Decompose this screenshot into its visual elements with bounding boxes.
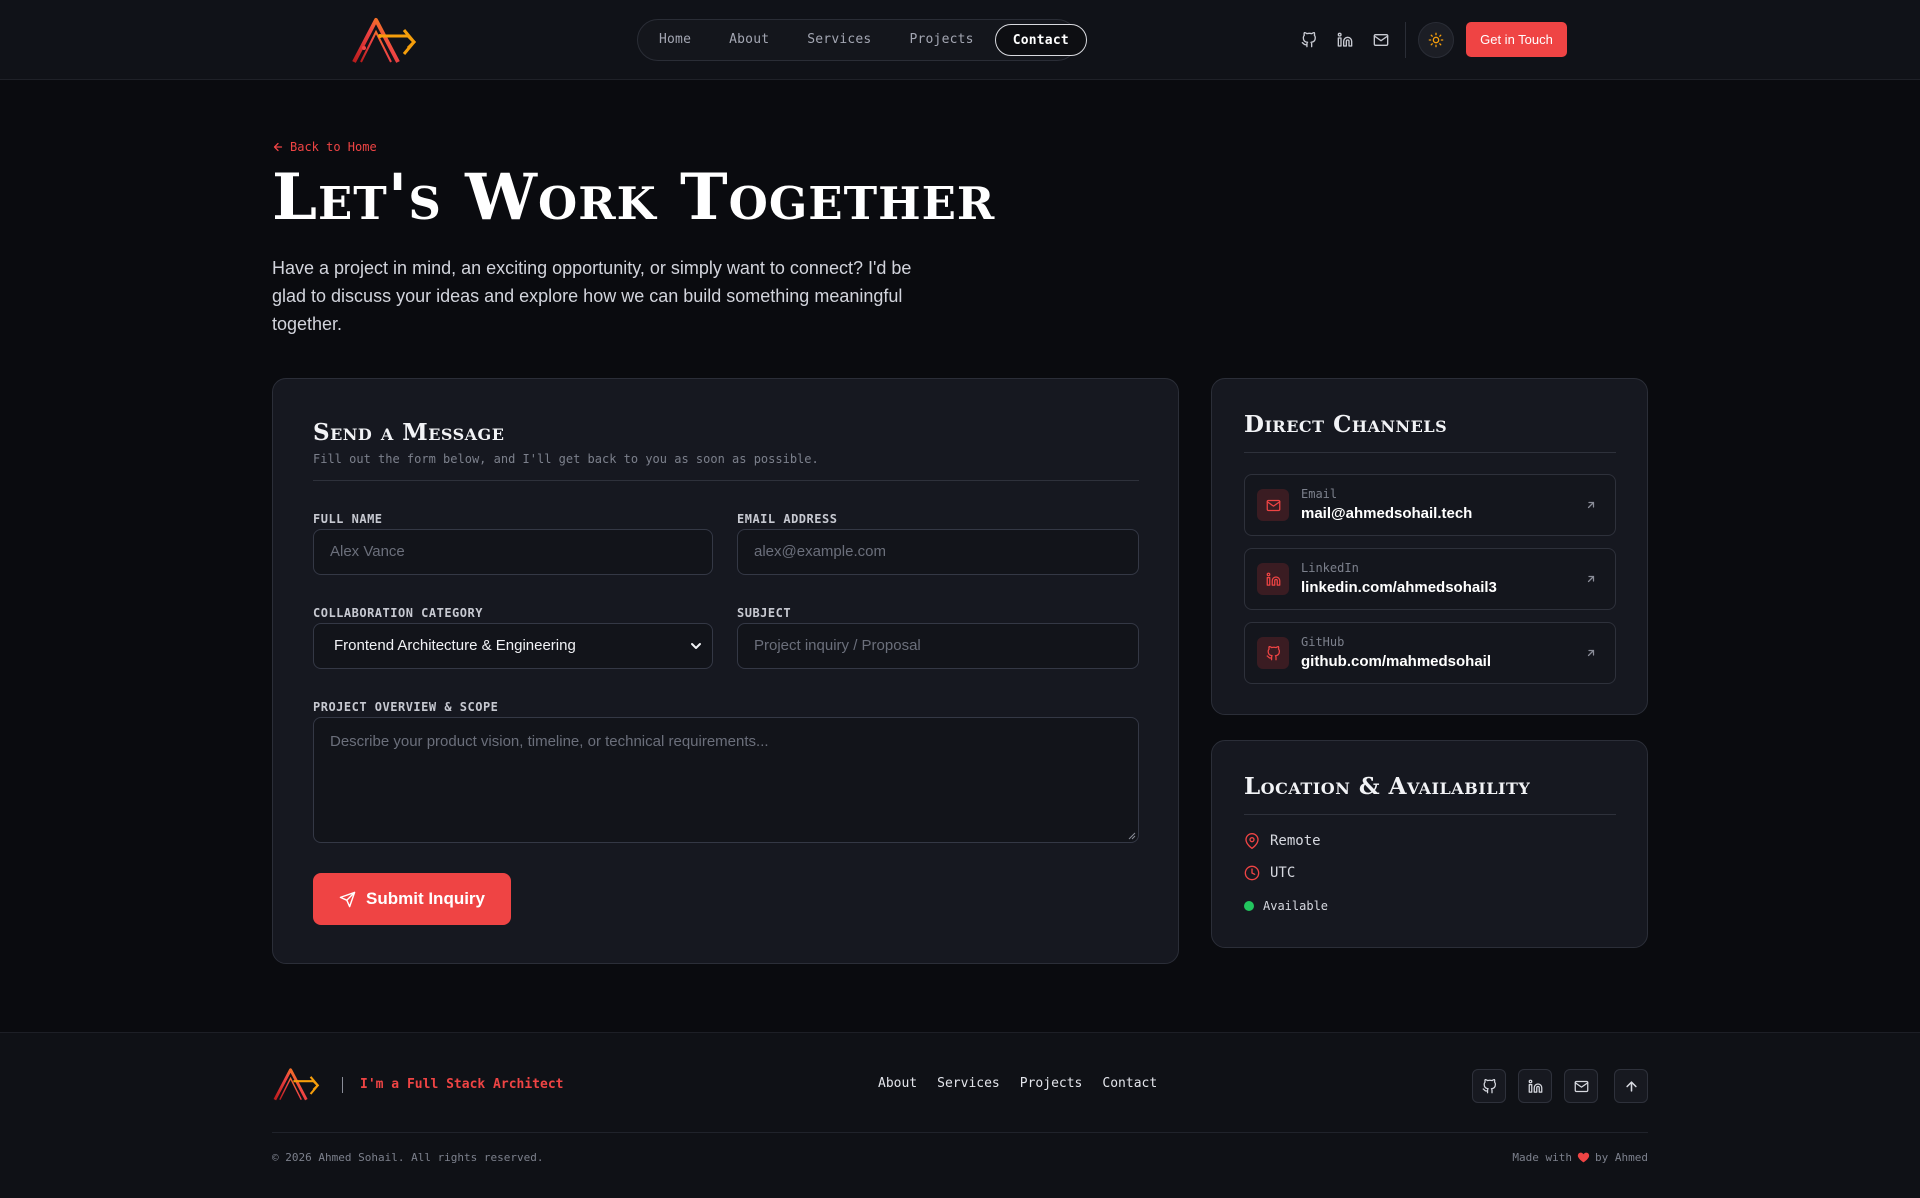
collaboration-category-label: COLLABORATION CATEGORY: [313, 606, 483, 620]
footer-nav-services[interactable]: Services: [937, 1076, 1000, 1091]
back-to-home-label: Back to Home: [290, 140, 377, 154]
subject-input[interactable]: Project inquiry / Proposal: [737, 623, 1139, 669]
submit-inquiry-button[interactable]: Submit Inquiry: [313, 873, 511, 925]
footer-logo[interactable]: [272, 1065, 322, 1103]
linkedin-icon: [1257, 563, 1289, 595]
direct-channels-card: Direct Channels Email mail@ahmedsohail.t…: [1211, 378, 1648, 715]
linkedin-icon[interactable]: [1333, 28, 1357, 52]
footer-linkedin-button[interactable]: [1518, 1069, 1552, 1103]
footer-rule: [272, 1132, 1648, 1133]
location-divider: [1244, 814, 1616, 815]
full-name-label: FULL NAME: [313, 512, 383, 526]
map-pin-icon: [1245, 833, 1259, 849]
channel-linkedin[interactable]: LinkedIn linkedin.com/ahmedsohail3: [1244, 548, 1616, 610]
mail-icon: [1257, 489, 1289, 521]
nav-about[interactable]: About: [712, 24, 786, 56]
heart-icon: [1577, 1152, 1590, 1163]
availability-row: Available: [1244, 899, 1328, 913]
direct-channels-title: Direct Channels: [1244, 411, 1448, 438]
channel-github[interactable]: GitHub github.com/mahmedsohail: [1244, 622, 1616, 684]
channel-email-type: Email: [1301, 487, 1338, 501]
project-overview-textarea[interactable]: Describe your product vision, timeline, …: [313, 717, 1139, 843]
location-availability-card: Location & Availability Remote UTC Avail…: [1211, 740, 1648, 948]
channel-linkedin-type: LinkedIn: [1301, 561, 1359, 575]
nav-home[interactable]: Home: [642, 24, 708, 56]
nav-services[interactable]: Services: [790, 24, 888, 56]
channel-github-value: github.com/mahmedsohail: [1301, 653, 1492, 670]
channel-github-type: GitHub: [1301, 635, 1345, 649]
back-to-home-link[interactable]: Back to Home: [272, 140, 377, 154]
github-icon: [1257, 637, 1289, 669]
email-address-input[interactable]: alex@example.com: [737, 529, 1139, 575]
made-with-prefix: Made with: [1512, 1151, 1573, 1164]
channel-email-value: mail@ahmedsohail.tech: [1301, 505, 1473, 522]
send-icon: [339, 891, 356, 907]
full-name-input[interactable]: Alex Vance: [313, 529, 713, 575]
footer-nav-projects[interactable]: Projects: [1020, 1076, 1083, 1091]
collaboration-category-select[interactable]: Frontend Architecture & Engineering: [313, 623, 713, 669]
arrow-up-icon: [1625, 1080, 1637, 1092]
chevron-down-icon: [691, 643, 701, 649]
get-in-touch-button[interactable]: Get in Touch: [1466, 22, 1567, 57]
availability-status: Available: [1263, 899, 1329, 913]
footer-divider: [342, 1077, 343, 1093]
form-divider: [313, 480, 1139, 481]
status-dot: [1244, 901, 1254, 911]
form-subtitle: Fill out the form below, and I'll get ba…: [313, 452, 819, 466]
scroll-to-top-button[interactable]: [1614, 1069, 1648, 1103]
arrow-up-right-icon: [1587, 501, 1595, 509]
intro-text: Have a project in mind, an exciting oppo…: [272, 258, 912, 334]
header-divider: [1405, 22, 1406, 58]
project-overview-label: PROJECT OVERVIEW & SCOPE: [313, 700, 499, 714]
location-title: Location & Availability: [1244, 773, 1531, 800]
theme-toggle[interactable]: [1418, 22, 1454, 58]
nav-projects[interactable]: Projects: [892, 24, 990, 56]
footer-nav: About Services Projects Contact: [878, 1076, 1157, 1091]
linkedin-icon: [1528, 1079, 1542, 1093]
timezone-row: UTC: [1244, 865, 1295, 881]
footer-nav-about[interactable]: About: [878, 1076, 917, 1091]
project-overview-placeholder: Describe your product vision, timeline, …: [330, 733, 769, 750]
nav-contact[interactable]: Contact: [994, 24, 1087, 56]
arrow-left-icon: [273, 142, 283, 152]
channel-linkedin-value: linkedin.com/ahmedsohail3: [1301, 579, 1497, 596]
resize-grip-icon[interactable]: [1126, 830, 1136, 840]
made-with-suffix: by Ahmed: [1595, 1151, 1648, 1164]
arrow-up-right-icon: [1587, 575, 1595, 583]
brand-logo[interactable]: [350, 14, 420, 66]
mail-icon: [1574, 1080, 1588, 1092]
form-title: Send a Message: [313, 419, 505, 446]
clock-icon: [1244, 865, 1260, 881]
email-address-label: EMAIL ADDRESS: [737, 512, 838, 526]
location-value: Remote: [1270, 833, 1321, 849]
sun-icon: [1428, 32, 1444, 48]
footer-github-button[interactable]: [1472, 1069, 1506, 1103]
copyright-text: © 2026 Ahmed Sohail. All rights reserved…: [272, 1151, 544, 1164]
timezone-value: UTC: [1270, 865, 1296, 881]
github-icon[interactable]: [1297, 28, 1321, 52]
github-icon: [1482, 1078, 1496, 1093]
page-title: Let's Work Together: [272, 160, 996, 235]
location-row: Remote: [1244, 833, 1321, 849]
subject-label: SUBJECT: [737, 606, 792, 620]
site-footer: I'm a Full Stack Architect About Service…: [0, 1032, 1920, 1198]
mail-icon[interactable]: [1369, 28, 1393, 52]
site-header: Home About Services Projects Contact Get…: [0, 0, 1920, 80]
footer-nav-contact[interactable]: Contact: [1102, 1076, 1157, 1091]
arrow-up-right-icon: [1587, 649, 1595, 657]
submit-inquiry-label: Submit Inquiry: [366, 889, 485, 908]
main-nav: Home About Services Projects Contact: [637, 19, 1087, 61]
channels-divider: [1244, 452, 1616, 453]
made-with-text: Made with by Ahmed: [1512, 1151, 1648, 1164]
footer-mail-button[interactable]: [1564, 1069, 1598, 1103]
collaboration-category-value: Frontend Architecture & Engineering: [334, 637, 576, 654]
channel-email[interactable]: Email mail@ahmedsohail.tech: [1244, 474, 1616, 536]
contact-form-card: Send a Message Fill out the form below, …: [272, 378, 1179, 964]
footer-tagline: I'm a Full Stack Architect: [360, 1077, 564, 1092]
